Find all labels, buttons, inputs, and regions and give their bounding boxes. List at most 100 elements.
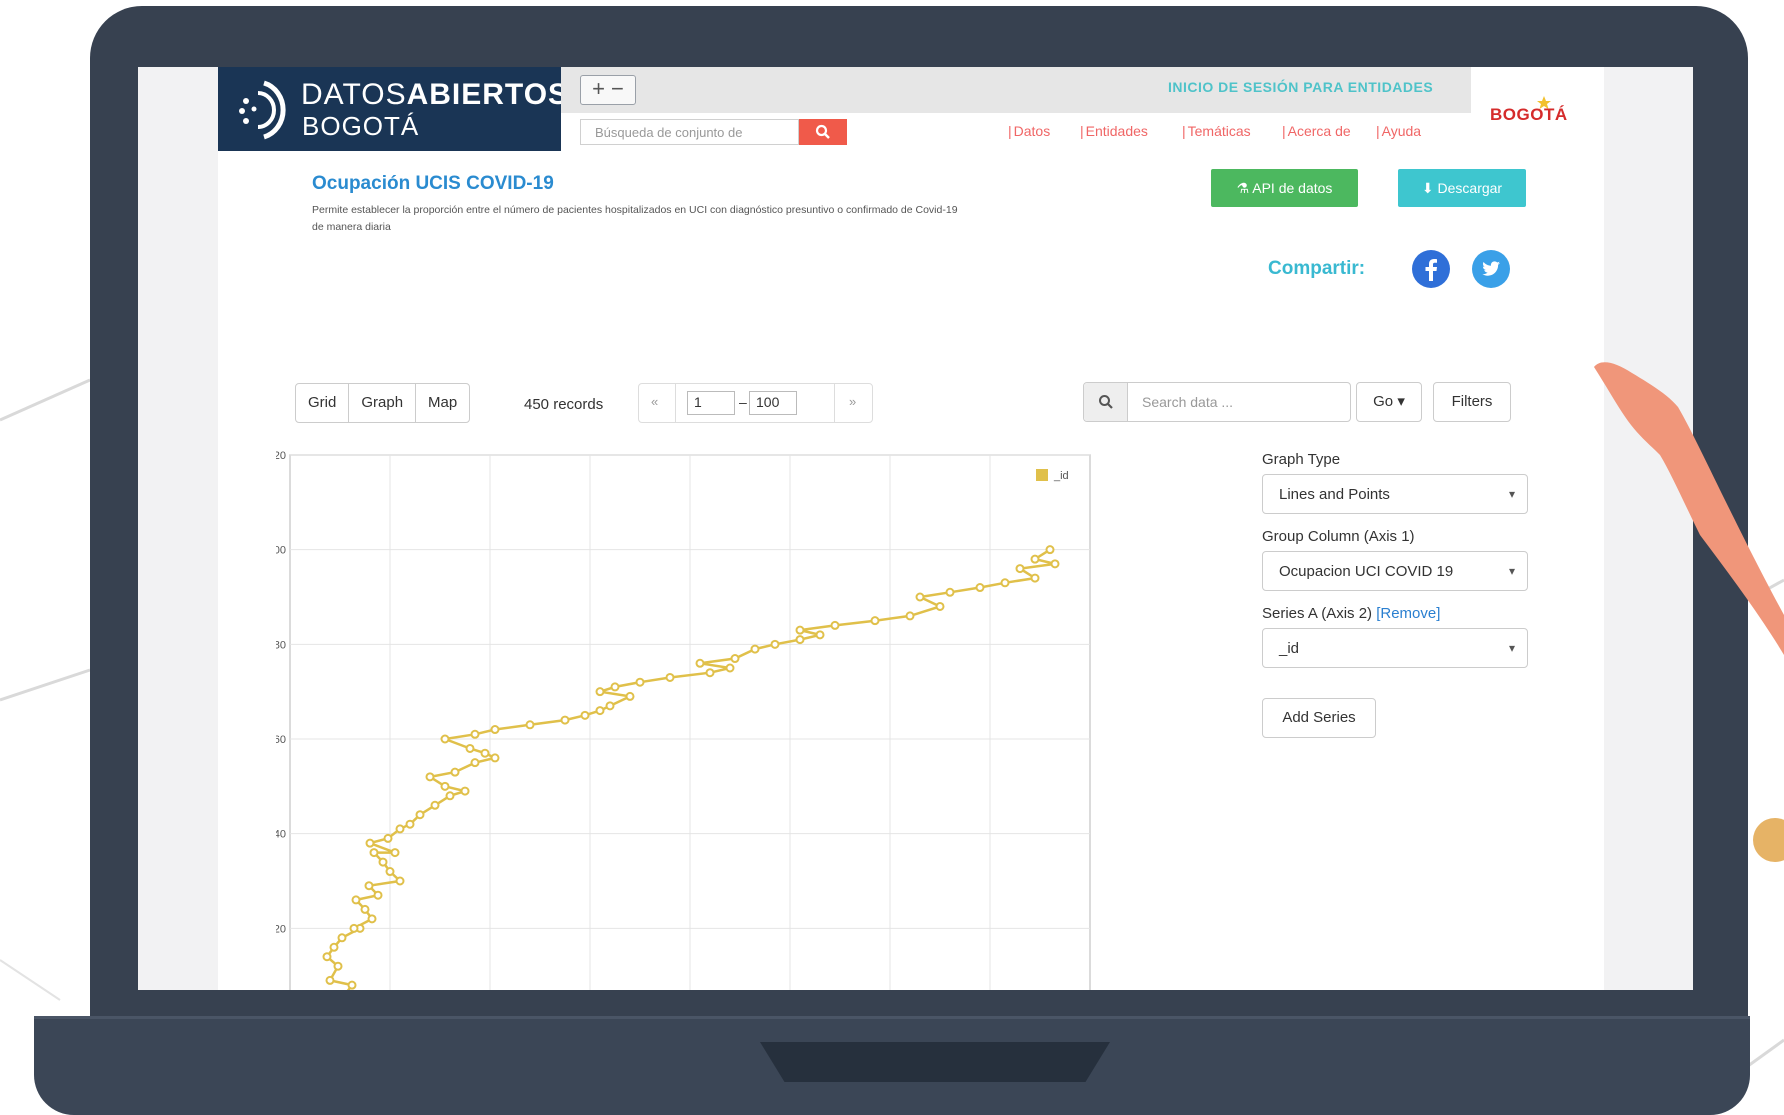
pager-prev-button[interactable]: « <box>651 394 658 409</box>
remove-series-link[interactable]: [Remove] <box>1376 605 1440 622</box>
view-map-button[interactable]: Map <box>416 384 469 422</box>
pointing-hand-illustration <box>1594 362 1784 655</box>
pager-to-input[interactable]: 100 <box>749 391 797 415</box>
download-button[interactable]: ⬇ Descargar <box>1398 169 1526 207</box>
nav-datos[interactable]: Datos <box>1008 123 1051 139</box>
data-search-input[interactable]: Search data ... <box>1083 382 1351 422</box>
data-point <box>395 876 405 886</box>
data-point <box>770 639 780 649</box>
data-point <box>725 663 735 673</box>
data-point <box>333 961 343 971</box>
pager-dash: – <box>739 394 747 410</box>
data-search-icon-box <box>1084 383 1128 421</box>
data-point <box>605 701 615 711</box>
y-tick-label: 120 <box>276 450 286 462</box>
data-point <box>975 583 985 593</box>
filters-button[interactable]: Filters <box>1433 382 1511 422</box>
view-switcher: Grid Graph Map <box>295 383 471 423</box>
data-point <box>450 767 460 777</box>
data-point <box>445 791 455 801</box>
dataset-search-button[interactable] <box>799 119 847 145</box>
data-point <box>695 658 705 668</box>
add-series-button[interactable]: Add Series <box>1262 698 1376 738</box>
nav-tematicas[interactable]: Temáticas <box>1182 123 1251 139</box>
group-column-select[interactable]: Ocupacion UCI COVID 19 ▾ <box>1262 551 1528 591</box>
pager-from-input[interactable]: 1 <box>687 391 735 415</box>
data-point <box>337 933 347 943</box>
bogota-city-logo[interactable]: BOGOTÁ <box>1490 105 1568 125</box>
data-point <box>1030 573 1040 583</box>
data-point <box>390 848 400 858</box>
go-button[interactable]: Go ▾ <box>1356 382 1422 422</box>
data-point <box>322 952 332 962</box>
laptop-hinge <box>34 1016 1750 1019</box>
data-point <box>750 644 760 654</box>
api-button[interactable]: ⚗ API de datos <box>1211 169 1358 207</box>
data-point <box>425 772 435 782</box>
data-point <box>905 611 915 621</box>
data-point <box>610 682 620 692</box>
data-point <box>705 668 715 678</box>
view-grid-button[interactable]: Grid <box>296 384 350 422</box>
data-point <box>470 729 480 739</box>
data-point <box>329 942 339 952</box>
share-label: Compartir: <box>1268 258 1366 279</box>
data-point <box>383 833 393 843</box>
data-point <box>415 810 425 820</box>
pager-divider <box>675 384 676 422</box>
page-title: Ocupación UCIS COVID-19 <box>312 173 554 194</box>
download-icon: ⬇ <box>1421 180 1434 196</box>
data-point <box>560 715 570 725</box>
data-point <box>480 748 490 758</box>
dataset-search-input[interactable]: Búsqueda de conjunto de <box>580 119 799 145</box>
search-icon <box>1099 395 1113 409</box>
data-point <box>1030 554 1040 564</box>
data-point <box>364 881 374 891</box>
data-point <box>470 758 480 768</box>
data-point <box>385 867 395 877</box>
y-tick-label: 40 <box>276 829 286 841</box>
zoom-control[interactable]: + − <box>580 75 636 105</box>
group-column-label: Group Column (Axis 1) <box>1262 528 1415 545</box>
pager-next-button[interactable]: » <box>849 394 856 409</box>
datos-abiertos-logo-icon <box>239 80 286 140</box>
data-point <box>1015 564 1025 574</box>
series-select[interactable]: _id ▾ <box>1262 628 1528 668</box>
nav-entidades[interactable]: Entidades <box>1080 123 1148 139</box>
data-point <box>405 819 415 829</box>
data-point <box>373 890 383 900</box>
login-link[interactable]: INICIO DE SESIÓN PARA ENTIDADES <box>1168 79 1433 95</box>
data-point <box>395 824 405 834</box>
graph-type-select[interactable]: Lines and Points ▾ <box>1262 474 1528 514</box>
data-point <box>665 672 675 682</box>
data-point <box>830 620 840 630</box>
site-logo[interactable]: DATOSABIERTOS BOGOTÁ <box>218 67 568 151</box>
data-point <box>325 975 335 985</box>
star-icon <box>1537 96 1551 109</box>
view-graph-button[interactable]: Graph <box>349 384 417 422</box>
twitter-icon[interactable] <box>1472 250 1510 288</box>
data-point <box>525 720 535 730</box>
data-point <box>351 895 361 905</box>
record-count: 450 records <box>524 396 604 413</box>
data-point <box>490 753 500 763</box>
y-tick-label: 20 <box>276 923 286 935</box>
facebook-icon[interactable] <box>1412 250 1450 288</box>
chevron-down-icon: ▾ <box>1508 487 1515 501</box>
data-point <box>1050 559 1060 569</box>
data-point <box>595 687 605 697</box>
data-point <box>915 592 925 602</box>
data-search-placeholder: Search data ... <box>1142 394 1234 410</box>
series-label: Series A (Axis 2) [Remove] <box>1262 605 1441 622</box>
data-point <box>365 838 375 848</box>
data-point <box>815 630 825 640</box>
data-point <box>430 800 440 810</box>
data-point <box>580 710 590 720</box>
nav-acerca[interactable]: Acerca de <box>1282 123 1351 139</box>
nav-ayuda[interactable]: Ayuda <box>1376 123 1421 139</box>
laptop-notch <box>760 1042 1110 1082</box>
data-point <box>945 587 955 597</box>
pager-divider <box>834 384 835 422</box>
data-point <box>378 857 388 867</box>
data-point <box>460 786 470 796</box>
